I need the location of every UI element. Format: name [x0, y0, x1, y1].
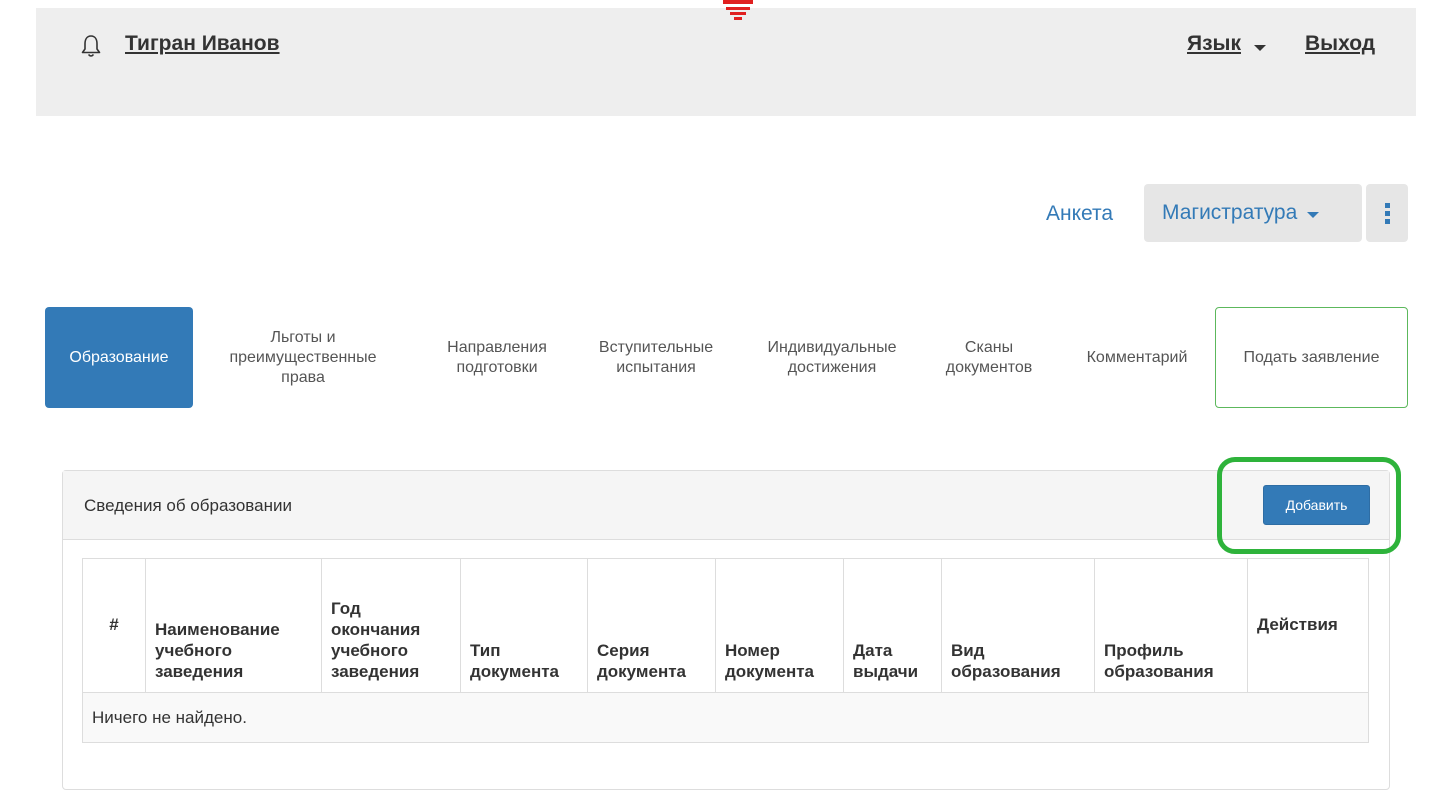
tab-label: Сканы документов	[945, 338, 1033, 376]
tab-directions[interactable]: Направления подготовки	[418, 307, 576, 408]
language-dropdown[interactable]: Язык	[1187, 32, 1241, 56]
table-header-row: # Наименование учебного заведения Год ок…	[82, 558, 1369, 693]
column-header[interactable]: Номер документа	[715, 558, 844, 693]
column-header: Действия	[1247, 558, 1369, 693]
column-header[interactable]: #	[82, 558, 146, 693]
tab-achievements[interactable]: Индивидуальные достижения	[742, 307, 922, 408]
tab-benefits[interactable]: Льготы и преимущественные права	[198, 307, 408, 408]
tab-label: Комментарий	[1086, 348, 1188, 366]
tab-label: Льготы и преимущественные права	[229, 328, 377, 386]
tab-comment[interactable]: Комментарий	[1062, 307, 1212, 408]
tab-submit-application[interactable]: Подать заявление	[1215, 307, 1408, 408]
column-header[interactable]: Наименование учебного заведения	[145, 558, 322, 693]
add-button[interactable]: Добавить	[1263, 485, 1370, 525]
tab-label: Вступительные испытания	[598, 338, 714, 376]
tab-scans[interactable]: Сканы документов	[930, 307, 1048, 408]
tab-education[interactable]: Образование	[45, 307, 193, 408]
tab-entrance-exams[interactable]: Вступительные испытания	[580, 307, 732, 408]
education-table: # Наименование учебного заведения Год ок…	[82, 558, 1369, 743]
panel-title: Сведения об образовании	[84, 496, 292, 515]
more-options-button[interactable]	[1366, 184, 1408, 242]
column-header[interactable]: Серия документа	[587, 558, 716, 693]
program-dropdown-button[interactable]: Магистратура	[1144, 184, 1362, 242]
logo-mark-icon	[723, 0, 753, 20]
kebab-dot	[1384, 218, 1390, 224]
tab-label: Подать заявление	[1243, 348, 1380, 366]
questionnaire-link[interactable]: Анкета	[1046, 202, 1113, 226]
column-header[interactable]: Тип документа	[460, 558, 588, 693]
panel-heading: Сведения об образовании Добавить	[63, 471, 1389, 540]
column-header[interactable]: Год окончания учебного заведения	[321, 558, 461, 693]
logout-link[interactable]: Выход	[1305, 32, 1375, 56]
caret-down-icon	[1307, 211, 1320, 218]
column-header[interactable]: Вид образования	[941, 558, 1095, 693]
bell-icon[interactable]	[80, 34, 102, 58]
program-dropdown-label: Магистратура	[1162, 201, 1298, 224]
tab-label: Индивидуальные достижения	[767, 338, 897, 376]
kebab-dot	[1384, 202, 1390, 208]
empty-message: Ничего не найдено.	[82, 692, 1369, 743]
tab-label: Образование	[69, 348, 169, 366]
kebab-dot	[1384, 210, 1390, 216]
table-row: Ничего не найдено.	[82, 692, 1369, 743]
user-name-link[interactable]: Тигран Иванов	[125, 32, 280, 56]
tab-label: Направления подготовки	[447, 338, 547, 376]
column-header[interactable]: Дата выдачи	[843, 558, 942, 693]
caret-down-icon[interactable]	[1254, 45, 1266, 51]
column-header[interactable]: Профиль образования	[1094, 558, 1248, 693]
